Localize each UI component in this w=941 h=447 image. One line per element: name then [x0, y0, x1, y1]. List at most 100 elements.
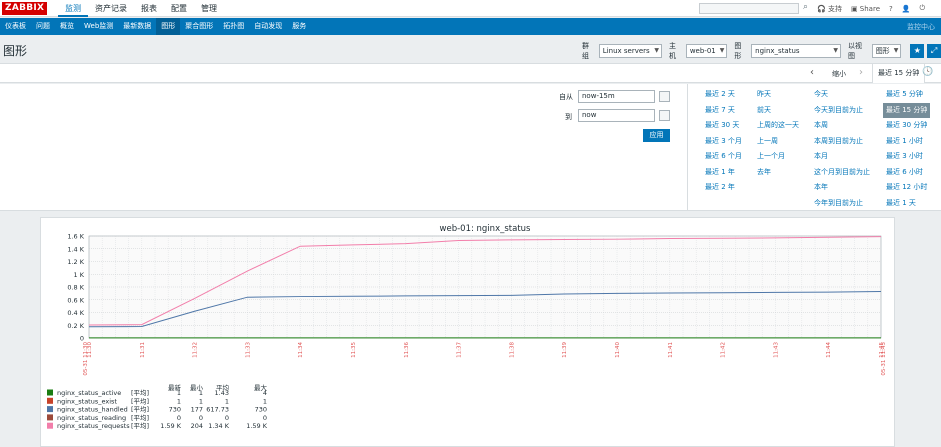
logout-icon[interactable]: ⏻: [919, 4, 925, 13]
quick-range-link[interactable]: 最近 3 个月: [705, 134, 742, 150]
search-input[interactable]: [699, 3, 799, 14]
subnav-discovery[interactable]: 自动发现: [249, 18, 287, 35]
quick-range-link[interactable]: 最近 6 小时: [886, 165, 930, 181]
quick-range-link[interactable]: 最近 12 小时: [886, 180, 930, 196]
chevron-right-icon[interactable]: ›: [859, 67, 863, 78]
host-select[interactable]: web-01 ▼: [685, 44, 728, 58]
quick-range-link[interactable]: 今年到目前为止: [814, 196, 870, 212]
quick-range-link[interactable]: 最近 1 小时: [886, 134, 930, 150]
menu-administration[interactable]: 管理: [194, 0, 224, 17]
page-header: 图形 群组 Linux servers ▼ 主机 web-01 ▼ 图形 nginx…: [0, 35, 941, 63]
chevron-down-icon: ▼: [719, 47, 725, 54]
quick-range-link[interactable]: 这个月到目前为止: [814, 165, 870, 181]
x-tick-label: 11:42: [721, 342, 727, 358]
quick-range-link[interactable]: 上一个月: [757, 149, 799, 165]
legend-tag: [平均]: [131, 421, 149, 430]
x-tick-label: 11:40: [615, 342, 621, 358]
legend-name: nginx_status_active: [57, 389, 121, 397]
quick-range-link[interactable]: 本周到目前为止: [814, 134, 870, 150]
menu-inventory[interactable]: 资产记录: [88, 0, 134, 17]
legend-max: 1: [263, 397, 267, 405]
top-right-tools: 🎧 支持 ▣ Share ? 👤 ⏻: [817, 0, 925, 17]
quick-range-link[interactable]: 本周: [814, 118, 870, 134]
quick-range-link-selected[interactable]: 最近 15 分钟: [883, 102, 931, 118]
quick-range-link[interactable]: 上周的这一天: [757, 118, 799, 134]
subnav-overview[interactable]: 概览: [55, 18, 79, 35]
legend-min: 1: [199, 397, 203, 405]
quick-range-link[interactable]: 最近 2 天: [705, 87, 742, 103]
y-tick-label: 0.6 K: [67, 296, 84, 304]
fullscreen-icon[interactable]: ⤢: [927, 44, 941, 58]
chevron-down-icon: ▼: [893, 47, 899, 54]
quick-range-link[interactable]: 最近 1 年: [705, 165, 742, 181]
x-tick-label: 11:31: [140, 342, 146, 358]
subnav-services[interactable]: 服务: [287, 18, 311, 35]
support-label: 支持: [827, 4, 842, 13]
quick-range-link[interactable]: 最近 5 分钟: [886, 87, 930, 103]
view-select-value: 图形: [875, 47, 890, 55]
group-select[interactable]: Linux servers ▼: [598, 44, 663, 58]
support-link[interactable]: 🎧 支持: [817, 4, 842, 14]
to-input[interactable]: now: [578, 109, 655, 122]
menu-monitoring[interactable]: 监测: [58, 0, 88, 17]
legend-tag: [平均]: [131, 413, 149, 422]
from-input[interactable]: now-15m: [578, 90, 655, 103]
quick-range-link[interactable]: 最近 6 个月: [705, 149, 742, 165]
zoom-out-button[interactable]: 缩小: [832, 69, 846, 79]
view-select[interactable]: 图形 ▼: [871, 44, 902, 58]
quick-range-link[interactable]: 上一周: [757, 134, 799, 150]
menu-configuration[interactable]: 配置: [164, 0, 194, 17]
y-tick-label: 1.2 K: [67, 258, 84, 266]
calendar-icon[interactable]: [659, 110, 670, 121]
subnav-maps[interactable]: 拓扑图: [218, 18, 249, 35]
x-tick-label: 11:35: [351, 342, 357, 358]
quick-range-link[interactable]: 最近 7 天: [705, 103, 742, 119]
share-link[interactable]: ▣ Share: [851, 5, 880, 13]
quick-range-link[interactable]: 今天: [814, 87, 870, 103]
star-icon[interactable]: ★: [910, 44, 925, 58]
quick-range-link[interactable]: 最近 2 年: [705, 180, 742, 196]
chevron-left-icon[interactable]: ‹: [810, 67, 814, 78]
quick-range-link[interactable]: 昨天: [757, 87, 799, 103]
user-icon[interactable]: 👤: [902, 5, 911, 13]
subnav-screens[interactable]: 聚合图形: [180, 18, 218, 35]
zabbix-logo[interactable]: ZABBIX: [2, 2, 48, 15]
legend-min: 0: [199, 414, 203, 422]
apply-button[interactable]: 应用: [643, 129, 670, 142]
graph-select[interactable]: nginx_status ▼: [751, 44, 841, 58]
clock-icon[interactable]: 🕓: [922, 67, 933, 77]
graph-svg[interactable]: web-01: nginx_status 0 0.2 K 0.4 K 0.6 K 0.8 …: [41, 218, 896, 447]
quick-range-column-4: 最近 5 分钟 最近 15 分钟 最近 30 分钟 最近 1 小时 最近 3 小…: [883, 87, 931, 212]
quick-range-link[interactable]: 最近 30 天: [705, 118, 742, 134]
legend-tag: [平均]: [131, 388, 149, 397]
host-select-value: web-01: [689, 47, 716, 55]
legend-last: 1: [177, 397, 181, 405]
x-tick-label: 11:44: [826, 342, 832, 358]
menu-reports[interactable]: 报表: [134, 0, 164, 17]
y-tick-label: 0.8 K: [67, 284, 84, 292]
quick-range-link[interactable]: 最近 30 分钟: [886, 118, 930, 134]
quick-range-link[interactable]: 本月: [814, 149, 870, 165]
search-icon[interactable]: ⌕: [803, 2, 808, 12]
active-time-tab[interactable]: 最近 15 分钟: [872, 64, 926, 83]
host-label: 主机: [669, 42, 677, 60]
monitor-center-label: 监控中心: [907, 22, 935, 31]
help-icon[interactable]: ?: [889, 5, 893, 13]
subnav-latest-data[interactable]: 最新数据: [118, 18, 156, 35]
calendar-icon[interactable]: [659, 91, 670, 102]
share-label: Share: [859, 4, 880, 13]
quick-range-link[interactable]: 去年: [757, 165, 799, 181]
subnav-web[interactable]: Web监测: [79, 18, 118, 35]
quick-range-link[interactable]: 今天到目前为止: [814, 103, 870, 119]
subnav-problems[interactable]: 问题: [31, 18, 55, 35]
subnav-dashboard[interactable]: 仪表板: [0, 18, 31, 35]
y-tick-label: 0.2 K: [67, 322, 84, 330]
quick-range-link[interactable]: 本年: [814, 180, 870, 196]
legend-swatch: [47, 397, 53, 404]
quick-range-link[interactable]: 最近 1 天: [886, 196, 930, 212]
legend-min: 177: [191, 406, 203, 414]
quick-range-link[interactable]: 前天: [757, 103, 799, 119]
from-label: 自从: [559, 93, 573, 101]
quick-range-link[interactable]: 最近 3 小时: [886, 149, 930, 165]
subnav-graphs[interactable]: 图形: [156, 18, 181, 35]
